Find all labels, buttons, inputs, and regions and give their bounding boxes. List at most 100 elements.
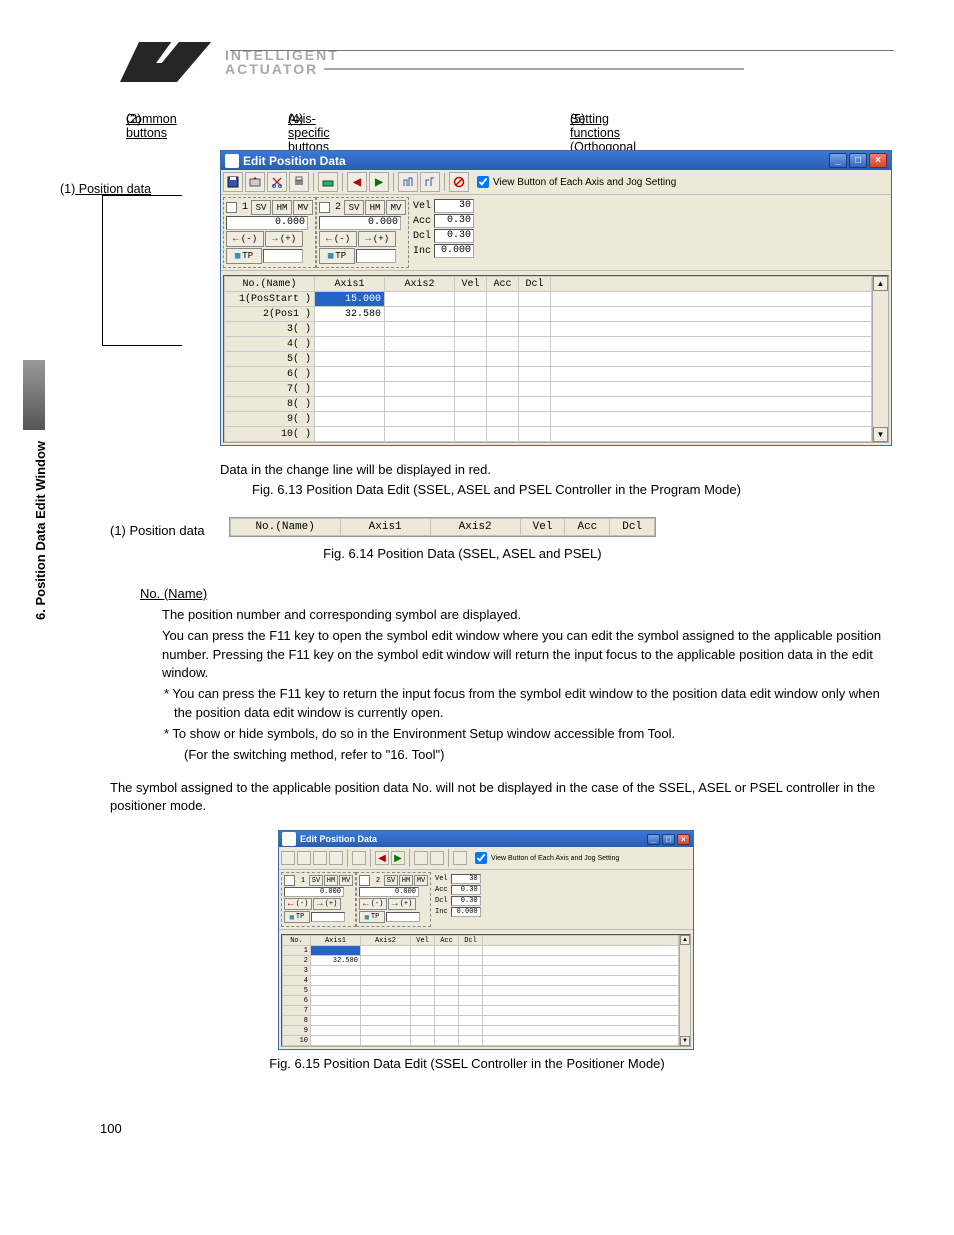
axis2-mv-button[interactable]: MV <box>386 200 406 215</box>
teach-icon[interactable] <box>318 172 338 192</box>
transfer-icon-sm[interactable] <box>297 851 311 865</box>
print-icon-sm[interactable] <box>329 851 343 865</box>
axis1-check[interactable] <box>226 202 237 213</box>
view-axis-checkbox[interactable]: View Button of Each Axis and Jog Setting <box>477 176 676 188</box>
scroll-up-icon[interactable]: ▲ <box>873 276 888 291</box>
toolbar-sm: ◀ ▶ View Button of Each Axis and Jog Set… <box>279 847 693 870</box>
fig614-dcl: Dcl <box>610 519 655 536</box>
table-row[interactable]: 8( ) <box>225 397 872 412</box>
view-axis-checkbox-input-sm[interactable] <box>475 852 487 864</box>
table-row[interactable]: 5( ) <box>225 352 872 367</box>
maximize-button[interactable]: □ <box>849 153 867 168</box>
fig-613-caption: Fig. 6.13 Position Data Edit (SSEL, ASEL… <box>252 480 894 500</box>
save-icon-sm[interactable] <box>281 851 295 865</box>
titlebar-sm[interactable]: Edit Position Data _ □ × <box>279 831 693 847</box>
print-icon[interactable] <box>289 172 309 192</box>
table-row[interactable]: 7 <box>283 1006 679 1016</box>
table-row[interactable]: 9 <box>283 1026 679 1036</box>
transfer-icon[interactable] <box>245 172 265 192</box>
axis1-check-sm[interactable] <box>284 875 295 886</box>
axis-panel-2-sm: 2SVHMMV 0.000 ←(-)→(+) ▦TP <box>356 872 431 927</box>
axis1-jog-minus[interactable]: ←(-) <box>226 231 264 247</box>
move-cont-icon[interactable] <box>398 172 418 192</box>
table-row[interactable]: 9( ) <box>225 412 872 427</box>
minimize-button-sm[interactable]: _ <box>647 834 660 845</box>
table-row[interactable]: 1(PosStart )15.000 <box>225 292 872 307</box>
grid-scrollbar[interactable]: ▲ ▼ <box>872 276 888 442</box>
window-icon-sm <box>282 832 296 846</box>
axis1-tp-value[interactable] <box>263 249 303 263</box>
table-row[interactable]: 10( ) <box>225 427 872 442</box>
prev-icon-sm[interactable]: ◀ <box>375 851 389 865</box>
table-row[interactable]: 2(Pos1 )32.580 <box>225 307 872 322</box>
body-para2: The symbol assigned to the applicable po… <box>110 779 894 817</box>
header-rule <box>230 50 894 51</box>
table-row[interactable]: 5 <box>283 986 679 996</box>
axis1-mv-button[interactable]: MV <box>293 200 313 215</box>
axis1-number: 1 <box>240 202 250 213</box>
axis1-hm-button[interactable]: HM <box>272 200 292 215</box>
titlebar[interactable]: Edit Position Data _ □ × <box>221 151 891 170</box>
prev-icon[interactable]: ◀ <box>347 172 367 192</box>
maximize-button-sm[interactable]: □ <box>662 834 675 845</box>
table-row[interactable]: 8 <box>283 1016 679 1026</box>
body-p5: (For the switching method, refer to "16.… <box>184 746 894 765</box>
minimize-button[interactable]: _ <box>829 153 847 168</box>
table-row[interactable]: 1 <box>283 946 679 956</box>
axis2-sv-button[interactable]: SV <box>344 200 364 215</box>
table-row[interactable]: 10 <box>283 1036 679 1046</box>
grid-scrollbar-sm[interactable]: ▲▼ <box>679 935 690 1046</box>
table-row[interactable]: 4( ) <box>225 337 872 352</box>
save-icon[interactable] <box>223 172 243 192</box>
table-row[interactable]: 6 <box>283 996 679 1006</box>
move-step-icon-sm[interactable] <box>430 851 444 865</box>
axis1-sv-button[interactable]: SV <box>251 200 271 215</box>
next-icon[interactable]: ▶ <box>369 172 389 192</box>
axis2-tp-value[interactable] <box>356 249 396 263</box>
acc-label: Acc <box>413 216 431 227</box>
close-button-sm[interactable]: × <box>677 834 690 845</box>
next-icon-sm[interactable]: ▶ <box>391 851 405 865</box>
stop-icon[interactable] <box>449 172 469 192</box>
cut-icon-sm[interactable] <box>313 851 327 865</box>
window-icon <box>225 154 239 168</box>
axis2-check[interactable] <box>319 202 330 213</box>
table-row[interactable]: 3 <box>283 966 679 976</box>
scroll-down-icon[interactable]: ▼ <box>873 427 888 442</box>
cut-icon[interactable] <box>267 172 287 192</box>
axis2-tp-button[interactable]: ▦TP <box>319 248 355 264</box>
axis2-hm-button[interactable]: HM <box>365 200 385 215</box>
inc-input[interactable]: 0.000 <box>434 244 474 258</box>
table-row[interactable]: 3( ) <box>225 322 872 337</box>
fig614-no: No.(Name) <box>230 519 340 536</box>
table-row[interactable]: 7( ) <box>225 382 872 397</box>
axis2-check-sm[interactable] <box>359 875 370 886</box>
dcl-input[interactable]: 0.30 <box>434 229 474 243</box>
axis2-jog-plus[interactable]: →(+) <box>358 231 396 247</box>
edit-position-window-small: Edit Position Data _ □ × ◀ ▶ Vie <box>278 830 694 1050</box>
table-row[interactable]: 232.580 <box>283 956 679 966</box>
table-row[interactable]: 4 <box>283 976 679 986</box>
view-axis-checkbox-sm[interactable]: View Button of Each Axis and Jog Setting <box>475 852 619 864</box>
close-button[interactable]: × <box>869 153 887 168</box>
table-row[interactable]: 6( ) <box>225 367 872 382</box>
vel-input[interactable]: 30 <box>434 199 474 213</box>
col-no: No.(Name) <box>225 277 315 292</box>
teach-icon-sm[interactable] <box>352 851 366 865</box>
inc-label: Inc <box>413 246 431 257</box>
move-cont-icon-sm[interactable] <box>414 851 428 865</box>
view-axis-checkbox-input[interactable] <box>477 176 489 188</box>
brand-line2: ACTUATOR <box>225 62 318 76</box>
window-title: Edit Position Data <box>243 154 346 168</box>
position-grid-sm[interactable]: No. Axis1 Axis2 Vel Acc Dcl 1232.5803456… <box>282 935 679 1046</box>
position-grid[interactable]: No.(Name) Axis1 Axis2 Vel Acc Dcl 1(PosS… <box>224 276 872 442</box>
axis2-jog-minus[interactable]: ←(-) <box>319 231 357 247</box>
acc-input[interactable]: 0.30 <box>434 214 474 228</box>
fig-615-caption: Fig. 6.15 Position Data Edit (SSEL Contr… <box>40 1056 894 1071</box>
move-step-icon[interactable] <box>420 172 440 192</box>
axis1-jog-plus[interactable]: →(+) <box>265 231 303 247</box>
window-title-sm: Edit Position Data <box>300 834 377 844</box>
axis1-tp-button[interactable]: ▦TP <box>226 248 262 264</box>
stop-icon-sm[interactable] <box>453 851 467 865</box>
jog-setting-panel-sm: Vel30 Acc0.30 Dcl0.30 Inc0.000 <box>431 872 481 920</box>
